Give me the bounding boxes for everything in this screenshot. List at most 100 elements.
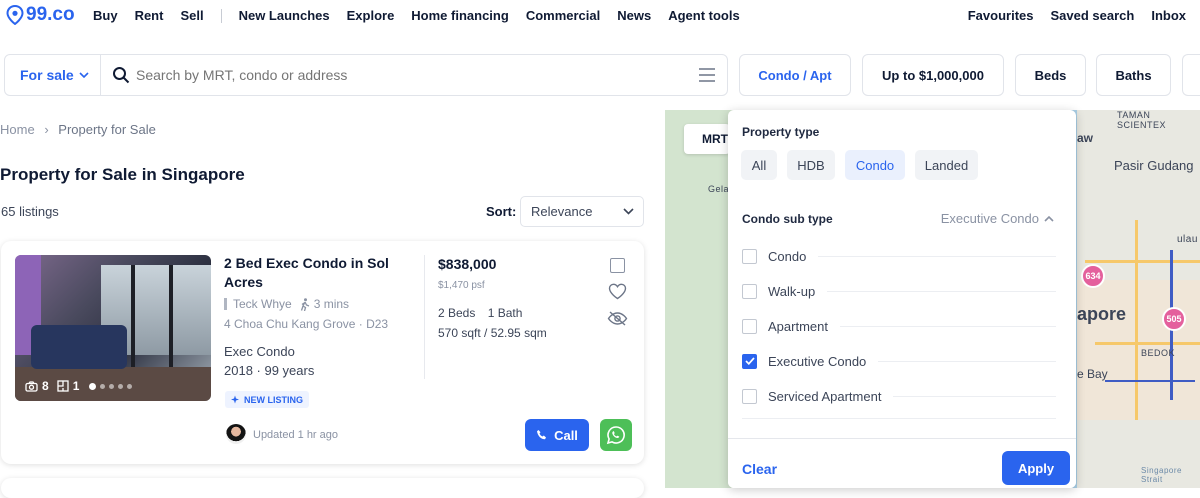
nav-buy[interactable]: Buy bbox=[93, 8, 118, 23]
map-label-pasir-gudang: Pasir Gudang bbox=[1114, 158, 1194, 173]
checkbox-checked[interactable] bbox=[742, 353, 757, 369]
listing-count: 65 listings bbox=[1, 204, 59, 219]
nav-divider bbox=[220, 8, 222, 23]
listing-title[interactable]: 2 Bed Exec Condo in Sol Acres bbox=[224, 254, 406, 292]
map-rail-line bbox=[1105, 380, 1195, 382]
map-cluster-pin[interactable]: 505 bbox=[1162, 307, 1186, 331]
listing-mrt: Teck Whye 3 mins bbox=[224, 297, 349, 311]
listing-psf: $1,470 psf bbox=[438, 280, 485, 291]
map-label-aw: aw bbox=[1077, 131, 1094, 145]
listing-baths: 1 Bath bbox=[487, 306, 523, 320]
filter-beds[interactable]: Beds bbox=[1015, 54, 1086, 96]
call-button[interactable]: Call bbox=[525, 419, 589, 451]
new-listing-badge: NEW LISTING bbox=[225, 391, 309, 408]
checkbox[interactable] bbox=[742, 283, 757, 299]
map-label-bedok: BEDOK bbox=[1141, 348, 1176, 358]
property-type-landed[interactable]: Landed bbox=[915, 150, 978, 180]
nav-home-financing[interactable]: Home financing bbox=[411, 8, 509, 23]
chevron-up-icon bbox=[1044, 215, 1054, 222]
option-label: Executive Condo bbox=[768, 353, 867, 369]
carousel-dots[interactable] bbox=[89, 382, 133, 390]
top-nav: 99.co Buy Rent Sell New Launches Explore… bbox=[0, 0, 1200, 32]
agent-avatar[interactable] bbox=[226, 424, 246, 444]
listing-card[interactable] bbox=[1, 478, 644, 498]
breadcrumb-home[interactable]: Home bbox=[0, 122, 35, 137]
nav-sell[interactable]: Sell bbox=[180, 8, 203, 23]
listing-photo[interactable]: 8 1 bbox=[15, 255, 211, 401]
checkbox[interactable] bbox=[742, 388, 757, 404]
nav-agent-tools[interactable]: Agent tools bbox=[668, 8, 740, 23]
breadcrumb: Home › Property for Sale bbox=[0, 122, 156, 137]
listing-price: $838,000 bbox=[438, 256, 497, 272]
mrt-line-marker bbox=[224, 298, 227, 310]
nav-commercial[interactable]: Commercial bbox=[526, 8, 600, 23]
compare-checkbox[interactable] bbox=[610, 258, 625, 273]
filter-property-type[interactable]: Condo / Apt bbox=[739, 54, 851, 96]
option-divider bbox=[878, 360, 1056, 362]
whatsapp-icon bbox=[606, 426, 625, 445]
listing-card[interactable]: 8 1 2 Bed Exec Condo in Sol Acres Teck W… bbox=[1, 241, 644, 464]
photo-count: 8 bbox=[42, 379, 49, 393]
condo-subtype-toggle[interactable]: Executive Condo bbox=[941, 211, 1054, 226]
option-divider bbox=[893, 395, 1056, 397]
checkbox[interactable] bbox=[742, 248, 757, 264]
card-divider bbox=[424, 255, 425, 379]
menu-icon[interactable] bbox=[698, 68, 716, 82]
new-listing-label: NEW LISTING bbox=[244, 394, 303, 405]
phone-icon bbox=[537, 430, 547, 440]
filter-more[interactable] bbox=[1182, 54, 1200, 96]
nav-favourites[interactable]: Favourites bbox=[968, 8, 1034, 23]
nav-inbox[interactable]: Inbox bbox=[1151, 8, 1186, 23]
nav-explore[interactable]: Explore bbox=[347, 8, 395, 23]
nav-saved-search[interactable]: Saved search bbox=[1050, 8, 1134, 23]
map-label-strait: Singapore Strait bbox=[1141, 466, 1182, 484]
checkbox[interactable] bbox=[742, 318, 757, 334]
filter-price[interactable]: Up to $1,000,000 bbox=[862, 54, 1004, 96]
option-divider bbox=[742, 418, 1056, 419]
property-type-all[interactable]: All bbox=[741, 150, 777, 180]
floorplan-icon bbox=[57, 380, 69, 392]
brand-name: 99.co bbox=[26, 4, 75, 25]
search-input[interactable] bbox=[136, 67, 676, 83]
condo-subtype-label: Condo sub type bbox=[742, 212, 833, 226]
map-road bbox=[1095, 342, 1200, 345]
nav-new-launches[interactable]: New Launches bbox=[239, 8, 330, 23]
listing-mode-dropdown[interactable]: For sale bbox=[5, 55, 101, 95]
map-road bbox=[1085, 260, 1200, 263]
listing-year-tenure: 2018 · 99 years bbox=[224, 363, 315, 378]
subtype-option-walk-up[interactable]: Walk-up bbox=[742, 281, 1056, 301]
search-icon bbox=[113, 67, 130, 84]
map-land bbox=[1077, 280, 1200, 420]
sofa-image bbox=[31, 325, 127, 369]
nav-rent[interactable]: Rent bbox=[135, 8, 164, 23]
clear-button[interactable]: Clear bbox=[742, 461, 777, 477]
call-label: Call bbox=[554, 427, 578, 443]
subtype-option-condo[interactable]: Condo bbox=[742, 246, 1056, 266]
map-label-singapore: apore bbox=[1077, 304, 1127, 324]
subtype-option-executive-condo[interactable]: Executive Condo bbox=[742, 351, 1056, 371]
location-pin-icon bbox=[6, 5, 24, 25]
mrt-toggle-button[interactable]: MRT bbox=[684, 124, 730, 154]
subtype-option-serviced-apartment[interactable]: Serviced Apartment bbox=[742, 386, 1056, 406]
whatsapp-button[interactable] bbox=[600, 419, 632, 451]
property-type-panel: Property type All HDB Condo Landed Condo… bbox=[728, 110, 1076, 488]
hide-eye-icon[interactable] bbox=[607, 311, 628, 326]
filter-baths[interactable]: Baths bbox=[1096, 54, 1171, 96]
apply-button[interactable]: Apply bbox=[1002, 451, 1070, 485]
listing-type: Exec Condo bbox=[224, 344, 295, 359]
heart-icon[interactable] bbox=[608, 283, 627, 300]
property-type-hdb[interactable]: HDB bbox=[787, 150, 835, 180]
breadcrumb-current: Property for Sale bbox=[58, 122, 156, 137]
nav-news[interactable]: News bbox=[617, 8, 651, 23]
subtype-option-apartment[interactable]: Apartment bbox=[742, 316, 1056, 336]
map-cluster-pin[interactable]: 634 bbox=[1081, 264, 1105, 288]
map-label-taman: TAMAN SCIENTEX bbox=[1117, 110, 1167, 130]
option-label: Serviced Apartment bbox=[768, 388, 882, 404]
listing-beds-baths: 2 Beds 1 Bath bbox=[438, 306, 522, 320]
property-type-condo[interactable]: Condo bbox=[845, 150, 905, 180]
sort-dropdown[interactable]: Relevance bbox=[520, 196, 644, 227]
property-type-label: Property type bbox=[742, 125, 820, 139]
brand-logo[interactable]: 99.co bbox=[6, 4, 75, 26]
floorplan-count: 1 bbox=[72, 379, 80, 393]
condo-subtype-value: Executive Condo bbox=[940, 211, 1039, 226]
